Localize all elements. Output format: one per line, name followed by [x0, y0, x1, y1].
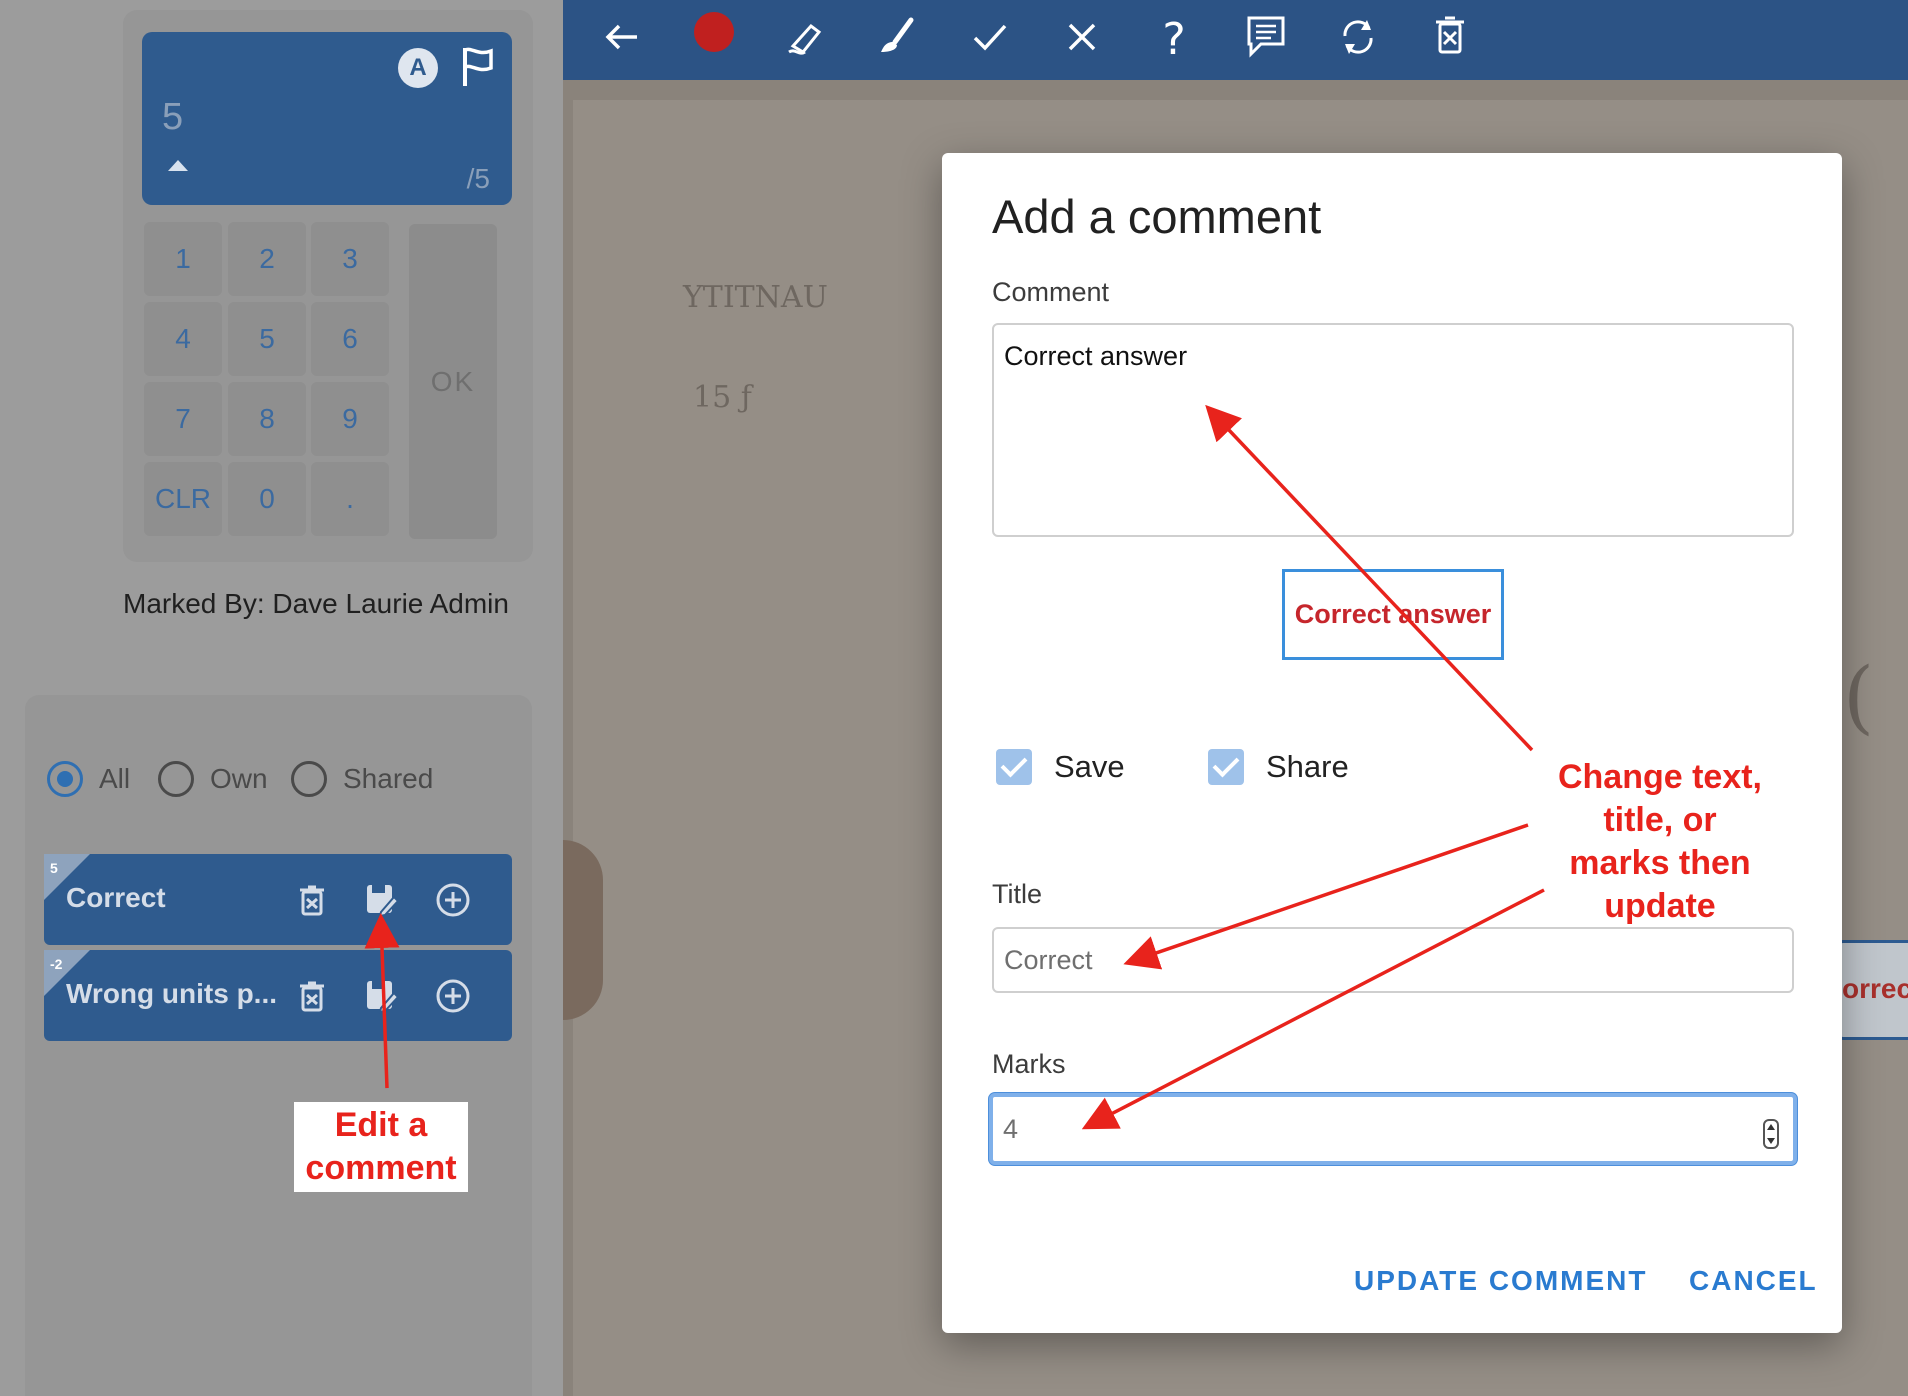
handwriting: 15 ƒ: [693, 380, 752, 415]
rotate-icon[interactable]: [1333, 12, 1383, 62]
handwriting: YTITNAU: [683, 280, 828, 315]
comment-title[interactable]: Correct: [66, 882, 166, 914]
spinner-arrows-icon[interactable]: [1763, 1119, 1779, 1149]
radio-empty-icon[interactable]: [291, 761, 327, 797]
dialog-title: Add a comment: [992, 190, 1322, 243]
brush-icon[interactable]: [873, 12, 923, 62]
comment-textarea[interactable]: Correct answer: [992, 323, 1794, 537]
score-display: A 5 /5: [142, 32, 512, 205]
question-icon[interactable]: ?: [1149, 12, 1199, 62]
saved-comment-chip[interactable]: -2 Wrong units p...: [44, 950, 512, 1041]
callout-line: marks then: [1569, 844, 1751, 882]
share-label: Share: [1266, 749, 1349, 784]
scan-shadow: [563, 840, 603, 1020]
key-5[interactable]: 5: [228, 302, 306, 376]
radio-empty-icon[interactable]: [158, 761, 194, 797]
save-label: Save: [1054, 749, 1125, 784]
placed-comment-chip[interactable]: orrect: [1835, 940, 1908, 1040]
eraser-icon[interactable]: [781, 12, 831, 62]
delete-icon[interactable]: [294, 978, 330, 1014]
save-checkbox-checked-icon[interactable]: [996, 749, 1032, 785]
annotation-toolbar: ?: [563, 0, 1908, 80]
edit-comment-icon[interactable]: [364, 882, 400, 918]
score-value[interactable]: 5: [162, 96, 183, 139]
key-1[interactable]: 1: [144, 222, 222, 296]
callout-line: comment: [305, 1149, 457, 1187]
title-input[interactable]: Correct: [992, 927, 1794, 993]
comment-preview: Correct answer: [1282, 569, 1504, 660]
key-3[interactable]: 3: [311, 222, 389, 296]
score-out-of: /5: [466, 163, 490, 194]
filter-all-label: All: [99, 763, 131, 794]
tick-icon[interactable]: [965, 12, 1015, 62]
comment-icon[interactable]: [1241, 12, 1291, 62]
radio-selected-icon[interactable]: [47, 761, 83, 797]
callout-line: Change text,: [1557, 758, 1763, 796]
filter-all[interactable]: All: [47, 758, 130, 800]
key-clear[interactable]: CLR: [144, 462, 222, 536]
cross-icon[interactable]: [1057, 12, 1107, 62]
marks-value: 4: [1003, 1114, 1019, 1144]
change-fields-callout: Change text, title, or marks then update: [1535, 756, 1785, 928]
key-4[interactable]: 4: [144, 302, 222, 376]
share-checkbox-checked-icon[interactable]: [1208, 749, 1244, 785]
filter-own-label: Own: [210, 763, 268, 794]
comment-marks: 5: [50, 860, 58, 876]
filter-own[interactable]: Own: [158, 758, 268, 800]
saved-comment-chip[interactable]: 5 Correct: [44, 854, 512, 945]
left-panel: A 5 /5 1 2 3 4 5 6 7 8 9 CLR 0 . OK Mark…: [0, 0, 563, 1396]
key-8[interactable]: 8: [228, 382, 306, 456]
comment-marks: -2: [50, 956, 63, 972]
title-label: Title: [992, 879, 1043, 909]
save-checkbox-row[interactable]: Save: [996, 745, 1125, 789]
cancel-button[interactable]: CANCEL: [1689, 1265, 1818, 1297]
marks-input[interactable]: 4: [989, 1093, 1797, 1165]
placed-comment-text: orrect: [1842, 973, 1908, 1004]
callout-line: title, or: [1603, 801, 1717, 839]
marked-by-text: Marked By: Dave Laurie Admin: [123, 588, 509, 619]
key-7[interactable]: 7: [144, 382, 222, 456]
red-dot-icon[interactable]: [689, 12, 739, 62]
share-checkbox-row[interactable]: Share: [1208, 745, 1349, 789]
ok-button[interactable]: OK: [409, 224, 497, 539]
add-circle-icon[interactable]: [435, 978, 471, 1014]
edit-comment-icon[interactable]: [364, 978, 400, 1014]
update-comment-button[interactable]: UPDATE COMMENT: [1354, 1265, 1647, 1297]
add-comment-dialog: Add a comment Comment Correct answer Cor…: [942, 153, 1842, 1333]
key-decimal[interactable]: .: [311, 462, 389, 536]
filter-shared[interactable]: Shared: [291, 758, 433, 800]
comment-title[interactable]: Wrong units p...: [66, 978, 277, 1010]
marks-label: Marks: [992, 1049, 1066, 1079]
score-caret-icon[interactable]: [168, 160, 188, 171]
callout-line: update: [1604, 887, 1716, 925]
delete-icon[interactable]: [1425, 12, 1475, 62]
add-circle-icon[interactable]: [435, 882, 471, 918]
callout-line: Edit a: [334, 1106, 428, 1144]
key-0[interactable]: 0: [228, 462, 306, 536]
back-arrow-icon[interactable]: [597, 12, 647, 62]
key-9[interactable]: 9: [311, 382, 389, 456]
comment-label: Comment: [992, 277, 1110, 307]
auto-mark-badge-icon[interactable]: A: [398, 48, 438, 88]
filter-shared-label: Shared: [343, 763, 434, 794]
comments-card: [25, 695, 532, 1396]
handwriting: (: [1843, 650, 1875, 743]
svg-text:?: ?: [1162, 14, 1185, 62]
delete-icon[interactable]: [294, 882, 330, 918]
flag-icon[interactable]: [460, 46, 496, 88]
key-2[interactable]: 2: [228, 222, 306, 296]
edit-comment-callout: Edit a comment: [294, 1102, 468, 1192]
key-6[interactable]: 6: [311, 302, 389, 376]
